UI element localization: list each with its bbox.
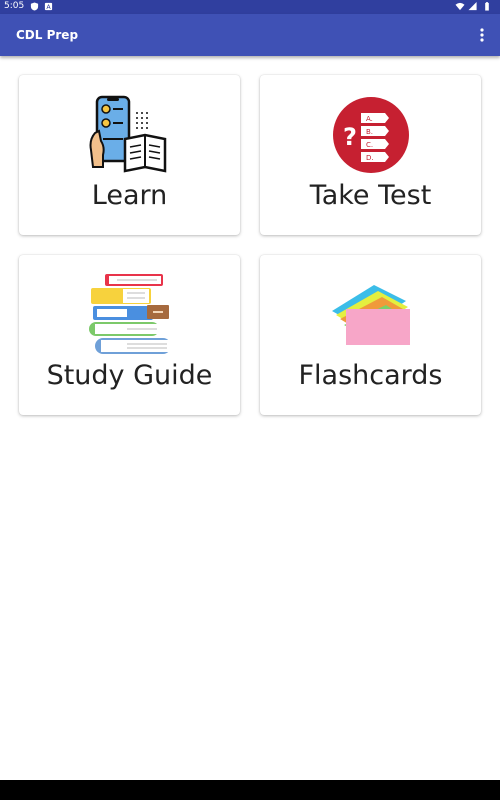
wifi-icon — [455, 2, 465, 11]
test-option-a: A. — [366, 115, 373, 123]
card-label-study-guide: Study Guide — [46, 360, 213, 391]
card-study-guide[interactable]: Study Guide — [19, 255, 240, 415]
signal-icon — [468, 2, 477, 11]
overflow-menu-icon[interactable] — [474, 26, 490, 44]
test-option-c: C. — [366, 141, 373, 149]
notification-icon: A — [44, 2, 53, 11]
battery-icon — [485, 2, 489, 11]
card-label-flashcards: Flashcards — [298, 360, 443, 391]
test-question-icon: ? A. B. C. D. — [333, 97, 409, 173]
card-label-take-test: Take Test — [309, 180, 432, 211]
svg-text:?: ? — [343, 123, 357, 151]
svg-text:A: A — [46, 4, 51, 11]
test-option-d: D. — [366, 154, 374, 162]
flashcards-icon — [332, 285, 410, 345]
card-flashcards[interactable]: Flashcards — [260, 255, 481, 415]
card-label-learn: Learn — [91, 180, 168, 211]
card-learn[interactable]: Learn — [19, 75, 240, 235]
app-title: CDL Prep — [16, 28, 79, 42]
phone-checklist-book-icon — [89, 95, 167, 173]
app-bar: CDL Prep — [0, 14, 500, 56]
test-option-b: B. — [366, 128, 373, 136]
status-time: 5:05 — [4, 1, 25, 11]
system-navigation-bar — [0, 780, 500, 800]
shield-icon — [30, 2, 39, 11]
status-bar: 5:05 A — [0, 0, 500, 14]
card-take-test[interactable]: ? A. B. C. D. Take Test — [260, 75, 481, 235]
book-stack-icon — [89, 274, 171, 354]
